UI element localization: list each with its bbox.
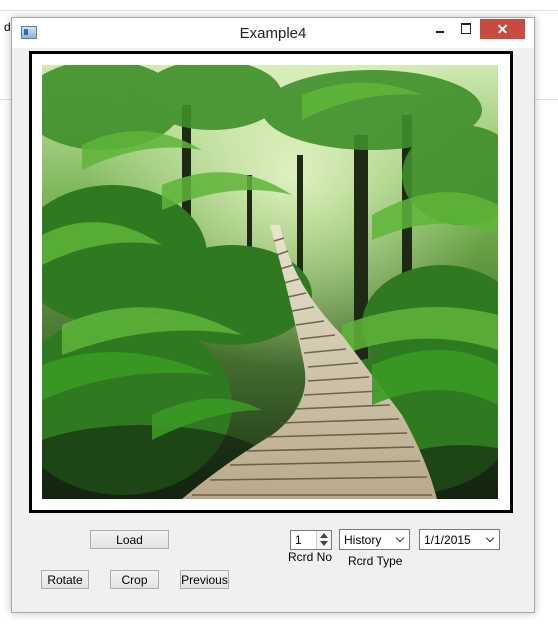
background-divider xyxy=(0,10,558,11)
record-number-label: Rcrd No xyxy=(288,550,333,564)
record-type-label: Rcrd Type xyxy=(348,554,403,568)
spin-down-icon[interactable] xyxy=(320,541,328,546)
rotate-button[interactable]: Rotate xyxy=(41,570,89,589)
record-type-select[interactable]: History xyxy=(339,529,410,550)
spinner-buttons[interactable] xyxy=(316,531,331,549)
title-bar[interactable]: Example4 xyxy=(12,18,534,48)
previous-button[interactable]: Previous xyxy=(180,570,229,589)
close-button[interactable] xyxy=(480,19,525,39)
date-value: 1/1/2015 xyxy=(424,533,471,547)
picture-frame xyxy=(29,51,513,513)
forest-boardwalk-image xyxy=(42,65,498,499)
load-button[interactable]: Load xyxy=(90,530,169,549)
spin-up-icon[interactable] xyxy=(320,533,328,538)
chevron-down-icon xyxy=(395,533,405,543)
app-window: Example4 Load 1 Rcrd No History Rcrd Typ… xyxy=(11,17,535,613)
background-text: d xyxy=(4,20,11,34)
minimize-button[interactable] xyxy=(426,19,454,39)
chevron-down-icon xyxy=(485,533,495,543)
record-number-value: 1 xyxy=(295,533,302,547)
crop-button[interactable]: Crop xyxy=(110,570,159,589)
date-picker[interactable]: 1/1/2015 xyxy=(419,529,500,550)
record-type-value: History xyxy=(344,533,382,547)
record-number-spinner[interactable]: 1 xyxy=(290,530,332,550)
maximize-button[interactable] xyxy=(452,19,480,39)
